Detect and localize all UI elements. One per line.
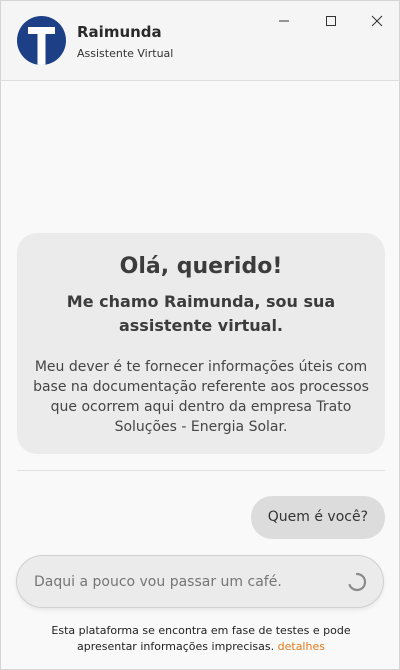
divider	[17, 470, 385, 471]
assistant-role: Assistente Virtual	[77, 47, 174, 60]
message-composer	[16, 555, 384, 608]
user-message-bubble: Quem é você?	[250, 496, 385, 539]
assistant-name: Raimunda	[77, 23, 162, 41]
chat-window: Raimunda Assistente Virtual Olá, querido…	[0, 0, 400, 670]
chat-header: Raimunda Assistente Virtual	[1, 1, 399, 81]
disclaimer-text: Esta plataforma se encontra em fase de t…	[21, 623, 381, 655]
t-logo-icon	[28, 27, 55, 65]
welcome-intro: Me chamo Raimunda, sou sua assistente vi…	[66, 292, 336, 335]
avatar	[17, 16, 66, 65]
welcome-description: Meu dever é te fornecer informações útei…	[33, 359, 369, 435]
close-icon	[371, 15, 383, 27]
details-link[interactable]: detalhes	[278, 640, 325, 653]
minimize-icon	[279, 20, 289, 22]
welcome-card: Olá, querido! Me chamo Raimunda, sou sua…	[17, 233, 385, 454]
message-input[interactable]	[34, 556, 334, 607]
welcome-greeting: Olá, querido!	[119, 254, 283, 279]
minimize-button[interactable]	[269, 12, 299, 30]
loading-spinner-icon	[348, 572, 367, 592]
close-button[interactable]	[362, 12, 392, 30]
maximize-icon	[326, 16, 336, 26]
maximize-button[interactable]	[316, 12, 346, 30]
